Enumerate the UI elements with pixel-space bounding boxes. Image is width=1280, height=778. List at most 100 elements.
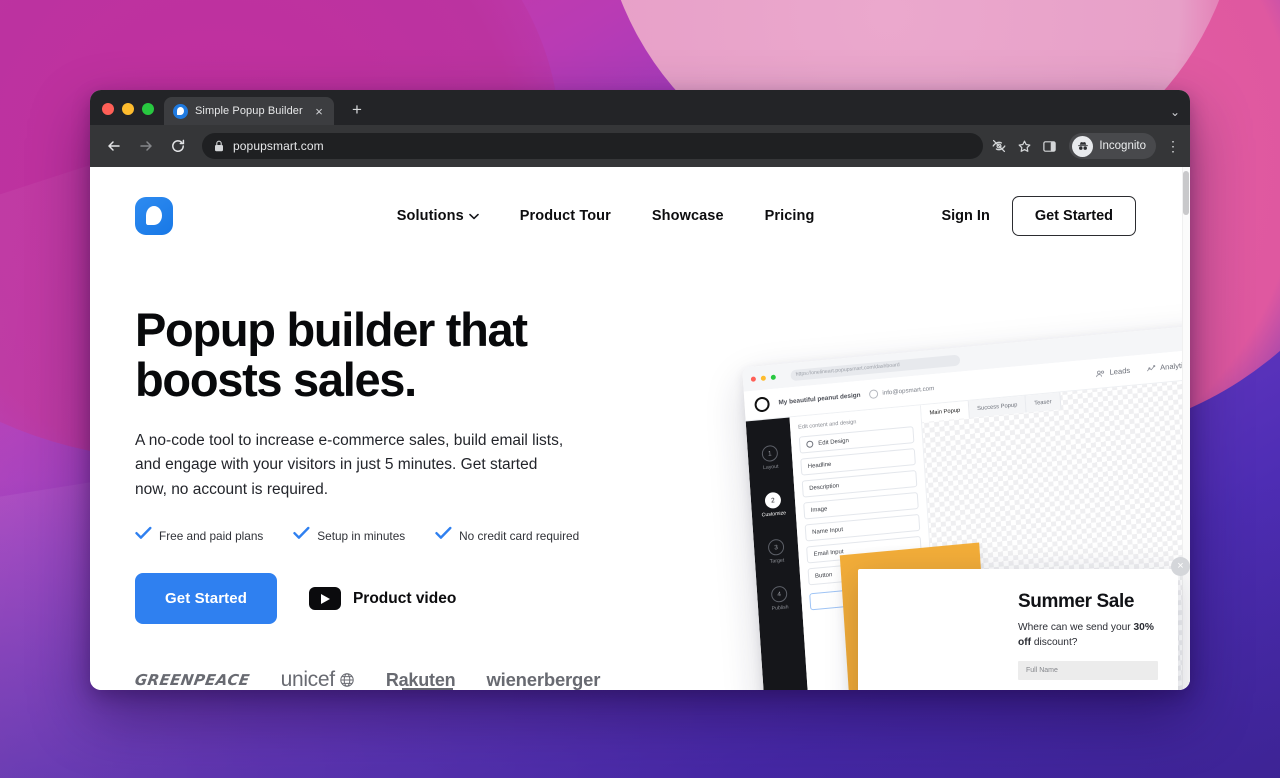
gear-icon: [806, 440, 814, 449]
check-icon: [293, 526, 310, 545]
mockup-tab-teaser[interactable]: Teaser: [1025, 392, 1062, 413]
window-controls[interactable]: [102, 103, 164, 125]
summer-sale-popup-body: × Summer Sale Where can we send your 30%…: [998, 557, 1190, 690]
back-button[interactable]: [102, 134, 126, 158]
mockup-step-customize[interactable]: 2 Customize: [760, 491, 786, 518]
eye-slash-icon[interactable]: [991, 138, 1007, 154]
mockup-panel-row-label: Edit Design: [818, 437, 850, 447]
globe-icon: [869, 389, 879, 399]
mockup-tab-main-popup[interactable]: Main Popup: [920, 400, 970, 423]
tab-search-chevron-down-icon[interactable]: ⌄: [1170, 105, 1180, 119]
page-title: Popup builder that boosts sales.: [135, 303, 650, 406]
summer-sale-popup: × Summer Sale Where can we send your 30%…: [858, 557, 1190, 690]
product-video-link[interactable]: Product video: [308, 587, 457, 611]
hero-cta-row: Get Started Product video: [135, 573, 650, 625]
mockup-panel-row-label: Headline: [807, 461, 832, 470]
page-viewport: Solutions Product Tour Showcase Pricing …: [90, 167, 1190, 690]
step-label: Layout: [762, 463, 779, 472]
summer-sale-popup-image-slot: [858, 569, 998, 690]
page-scrollbar-track[interactable]: [1182, 167, 1190, 690]
step-label: Publish: [771, 604, 789, 612]
mockup-leads-label: Leads: [1109, 365, 1131, 377]
profile-chip[interactable]: Incognito: [1069, 133, 1156, 159]
mockup-step-publish[interactable]: 4 Publish: [770, 585, 789, 612]
nav-item-solutions[interactable]: Solutions: [397, 208, 479, 224]
summer-sale-name-input[interactable]: Full Name: [1018, 660, 1158, 680]
play-icon: [308, 587, 341, 611]
browser-menu-button[interactable]: ⋮: [1166, 139, 1180, 153]
leads-icon: [1096, 370, 1105, 377]
hero-copy: Popup builder that boosts sales. A no-co…: [90, 243, 650, 690]
nav-item-solutions-label: Solutions: [396, 208, 464, 224]
summer-sale-subtitle-suffix: discount?: [1031, 636, 1078, 648]
browser-tab[interactable]: Simple Popup Builder That Boo ×: [164, 97, 334, 125]
mockup-logo-icon: [754, 396, 771, 413]
address-bar[interactable]: popupsmart.com: [202, 133, 984, 159]
product-video-label: Product video: [352, 589, 457, 607]
client-logos: GREENPEACE unicef Rakuten wienerberger: [133, 668, 650, 690]
mockup-maximize-dot: [770, 374, 776, 380]
summer-sale-name-placeholder: Full Name: [1026, 666, 1058, 674]
feature-label: Setup in minutes: [317, 528, 406, 543]
brand-logo-rakuten: Rakuten: [385, 669, 456, 690]
mockup-leads-item[interactable]: Leads: [1095, 365, 1130, 378]
mockup-project-name: My beautiful peanut design: [778, 391, 861, 407]
sign-in-link[interactable]: Sign In: [941, 208, 989, 224]
close-tab-button[interactable]: ×: [312, 105, 326, 118]
feature-item: Free and paid plans: [135, 526, 263, 545]
lock-icon: [214, 140, 224, 152]
nav-item-showcase[interactable]: Showcase: [652, 208, 724, 224]
mockup-account-mail: info@opsmart.com: [869, 384, 934, 399]
feature-item: Setup in minutes: [293, 526, 405, 545]
brand-logo-greenpeace: GREENPEACE: [133, 671, 251, 690]
step-number: 3: [767, 538, 785, 557]
toolbar-actions: Incognito ⋮: [991, 133, 1180, 159]
side-panel-icon[interactable]: [1042, 139, 1057, 154]
unicef-globe-icon: [340, 673, 354, 687]
nav-actions: Sign In Get Started: [941, 196, 1136, 236]
browser-toolbar: popupsmart.com Incognito ⋮: [90, 125, 1190, 167]
popupsmart-logo-icon[interactable]: [135, 197, 173, 235]
chevron-down-icon: [468, 212, 479, 222]
brand-logo-unicef-label: unicef: [280, 668, 336, 690]
bookmark-star-icon[interactable]: [1017, 139, 1032, 154]
step-number: 2: [764, 491, 782, 510]
nav-item-pricing[interactable]: Pricing: [765, 208, 815, 224]
mockup-minimize-dot: [760, 375, 766, 381]
mockup-step-target[interactable]: 3 Target: [767, 538, 786, 565]
popupsmart-favicon: [173, 103, 188, 119]
header-get-started-button[interactable]: Get Started: [1011, 196, 1136, 236]
feature-item: No credit card required: [435, 526, 579, 545]
close-window-button[interactable]: [102, 103, 114, 115]
site-header: Solutions Product Tour Showcase Pricing …: [90, 167, 1190, 243]
hero-feature-list: Free and paid plans Setup in minutes No …: [135, 526, 650, 545]
brand-logo-wienerberger: wienerberger: [486, 669, 601, 690]
mockup-panel-row-label: Image: [810, 505, 828, 514]
address-bar-url: popupsmart.com: [233, 139, 324, 153]
feature-label: No credit card required: [459, 528, 580, 543]
check-icon: [435, 526, 452, 545]
new-tab-button[interactable]: +: [348, 101, 366, 118]
summer-sale-title: Summer Sale: [1018, 591, 1134, 612]
check-icon: [135, 526, 152, 545]
minimize-window-button[interactable]: [122, 103, 134, 115]
hero-subtitle: A no-code tool to increase e-commerce sa…: [135, 431, 564, 498]
close-icon[interactable]: ×: [1171, 557, 1190, 576]
hero-title-line-1: Popup builder that: [135, 303, 528, 356]
forward-button[interactable]: [134, 134, 158, 158]
reload-button[interactable]: [166, 134, 190, 158]
mockup-panel-row-label: Description: [809, 482, 840, 492]
analytics-icon: [1147, 364, 1156, 371]
mockup-step-layout[interactable]: 1 Layout: [761, 444, 779, 472]
step-label: Target: [769, 557, 785, 565]
desktop-wallpaper: Simple Popup Builder That Boo × + ⌄ popu…: [0, 0, 1280, 778]
mockup-panel-row-label: Name Input: [811, 526, 844, 536]
page-scrollbar-thumb[interactable]: [1183, 171, 1189, 215]
maximize-window-button[interactable]: [142, 103, 154, 115]
hero-get-started-button[interactable]: Get Started: [135, 573, 277, 625]
nav-item-product-tour[interactable]: Product Tour: [520, 208, 611, 224]
step-number: 1: [761, 444, 779, 463]
summer-sale-subtitle: Where can we send your 30% off discount?: [1018, 621, 1158, 651]
incognito-avatar: [1072, 135, 1094, 157]
profile-name: Incognito: [1099, 140, 1146, 152]
